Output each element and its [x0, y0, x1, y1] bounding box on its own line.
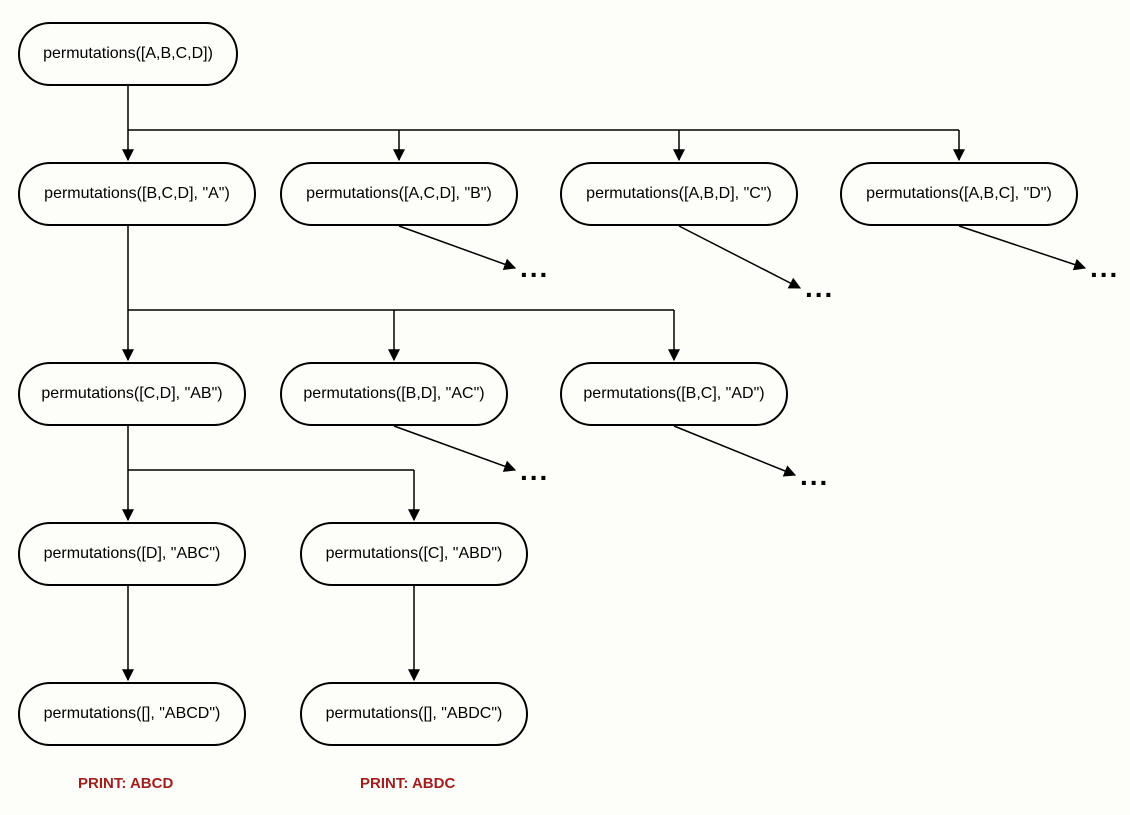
- node-l3abc: permutations([D], "ABC"): [18, 522, 246, 586]
- ellipsis-l1d: ...: [1090, 252, 1119, 284]
- ellipsis-l1b: ...: [520, 252, 549, 284]
- node-l1a: permutations([B,C,D], "A"): [18, 162, 256, 226]
- node-l1b: permutations([A,C,D], "B"): [280, 162, 518, 226]
- node-l2ad: permutations([B,C], "AD"): [560, 362, 788, 426]
- node-root: permutations([A,B,C,D]): [18, 22, 238, 86]
- node-l4abdc: permutations([], "ABDC"): [300, 682, 528, 746]
- node-l1c: permutations([A,B,D], "C"): [560, 162, 798, 226]
- node-l2ac: permutations([B,D], "AC"): [280, 362, 508, 426]
- print-abdc: PRINT: ABDC: [360, 775, 455, 792]
- ellipsis-l1c: ...: [805, 272, 834, 304]
- print-abcd: PRINT: ABCD: [78, 775, 173, 792]
- node-l2ab: permutations([C,D], "AB"): [18, 362, 246, 426]
- ellipsis-l2ac: ...: [520, 455, 549, 487]
- node-l4abcd: permutations([], "ABCD"): [18, 682, 246, 746]
- node-l3abd: permutations([C], "ABD"): [300, 522, 528, 586]
- ellipsis-l2ad: ...: [800, 460, 829, 492]
- node-l1d: permutations([A,B,C], "D"): [840, 162, 1078, 226]
